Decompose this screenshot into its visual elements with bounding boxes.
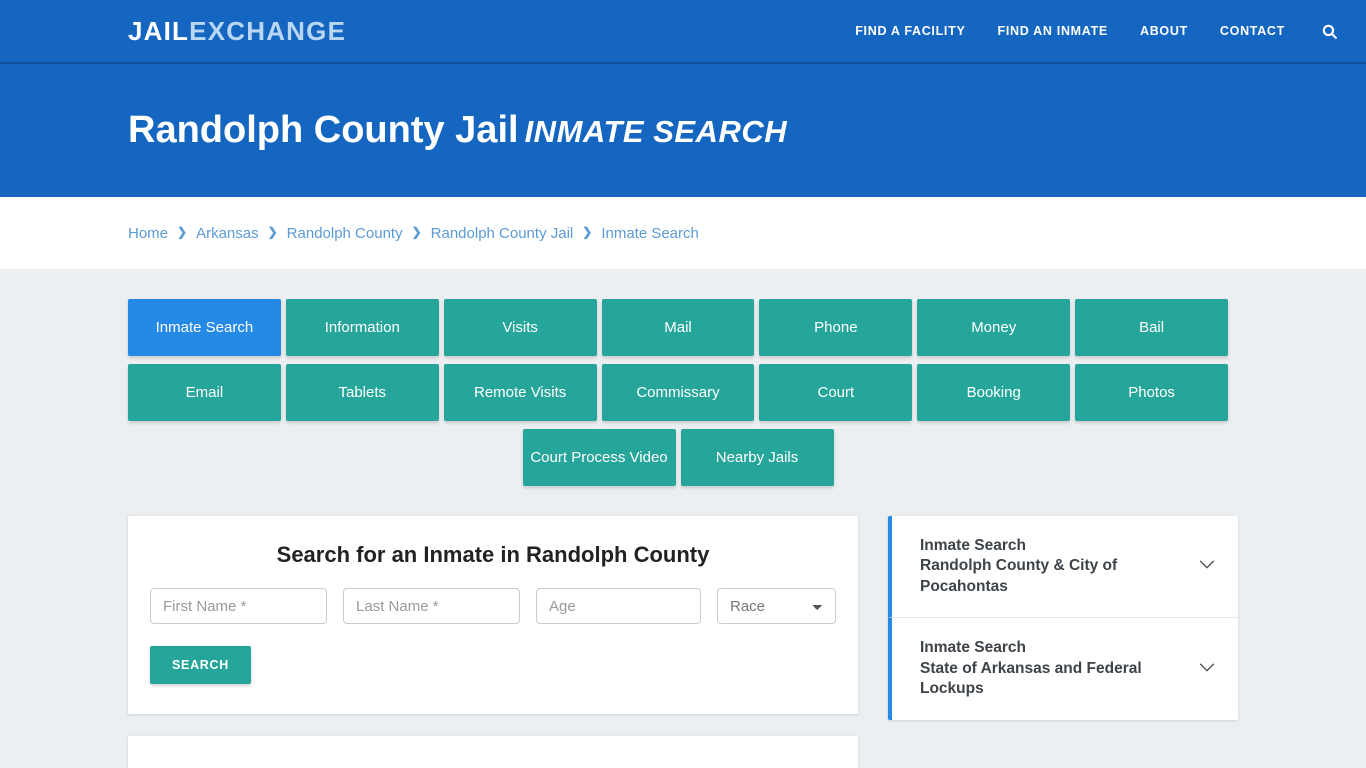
tab-booking[interactable]: Booking [917,364,1071,421]
tab-tablets[interactable]: Tablets [285,364,439,421]
tab-visits[interactable]: Visits [443,299,597,356]
search-form-fields: Race [150,588,836,624]
breadcrumb-item-home[interactable]: Home [128,225,168,242]
tab-inmate-search[interactable]: Inmate Search [128,299,281,356]
sidebar-accordion: Inmate Search Randolph County & City of … [888,516,1238,720]
sidebar-column: Inmate Search Randolph County & City of … [888,516,1238,768]
section-tabs-row-3: Court Process Video Nearby Jails [128,429,1228,486]
breadcrumb-item-current: Inmate Search [601,224,699,242]
breadcrumb-separator-icon: ❯ [582,225,593,239]
first-name-input[interactable] [150,588,327,624]
accordion-item-label: Inmate Search Randolph County & City of … [920,536,1186,597]
breadcrumb-separator-icon: ❯ [177,225,188,239]
tab-photos[interactable]: Photos [1075,364,1228,421]
tab-court[interactable]: Court [759,364,913,421]
section-tabs: Inmate Search Information Visits Mail Ph… [128,299,1228,421]
breadcrumb-item-randolph-county-jail[interactable]: Randolph County Jail [431,225,574,242]
tab-email[interactable]: Email [128,364,281,421]
search-form-heading: Search for an Inmate in Randolph County [276,542,710,567]
primary-nav: FIND A FACILITY FIND AN INMATE ABOUT CON… [855,23,1338,40]
accordion-item-line2: State of Arkansas and Federal Lockups [920,659,1142,698]
page-title: Randolph County Jail INMATE SEARCH [128,108,788,152]
inmate-search-card: Search for an Inmate in Randolph County … [128,516,858,714]
chevron-down-icon[interactable] [1196,553,1220,580]
page-title-sub: INMATE SEARCH [524,113,788,149]
logo-text-secondary: EXCHANGE [189,15,347,46]
accordion-item-line2: Randolph County & City of Pocahontas [920,557,1118,595]
top-navigation-bar: JAILEXCHANGE FIND A FACILITY FIND AN INM… [0,0,1366,64]
tab-information[interactable]: Information [285,299,439,356]
breadcrumb-bar: Home ❯ Arkansas ❯ Randolph County ❯ Rand… [0,197,1366,269]
logo-text-primary: JAIL [128,15,190,46]
tab-money[interactable]: Money [917,299,1071,356]
tab-bail[interactable]: Bail [1075,299,1228,356]
breadcrumb: Home ❯ Arkansas ❯ Randolph County ❯ Rand… [128,225,699,242]
tab-commissary[interactable]: Commissary [601,364,755,421]
tab-mail[interactable]: Mail [601,299,755,356]
accordion-item-county-inmate-search[interactable]: Inmate Search Randolph County & City of … [888,516,1238,618]
last-name-input[interactable] [343,588,520,624]
accordion-item-state-federal-inmate-search[interactable]: Inmate Search State of Arkansas and Fede… [888,617,1238,720]
page-title-main: Randolph County Jail [128,108,519,151]
main-column: Search for an Inmate in Randolph County … [128,516,858,768]
accordion-item-label: Inmate Search State of Arkansas and Fede… [920,638,1186,699]
nav-item-contact[interactable]: CONTACT [1220,24,1285,38]
site-logo[interactable]: JAILEXCHANGE [128,16,346,47]
search-button[interactable]: SEARCH [150,646,251,684]
breadcrumb-item-randolph-county[interactable]: Randolph County [287,225,403,242]
tab-remote-visits[interactable]: Remote Visits [443,364,597,421]
tab-nearby-jails[interactable]: Nearby Jails [680,429,834,486]
page-content: Inmate Search Information Visits Mail Ph… [0,269,1366,768]
breadcrumb-separator-icon: ❯ [411,225,422,239]
tab-phone[interactable]: Phone [759,299,913,356]
tab-court-process-video[interactable]: Court Process Video [522,429,676,486]
nav-item-find-a-facility[interactable]: FIND A FACILITY [855,24,965,38]
breadcrumb-item-arkansas[interactable]: Arkansas [196,225,259,242]
nav-item-find-an-inmate[interactable]: FIND AN INMATE [997,24,1107,38]
race-select[interactable]: Race [717,588,836,624]
content-columns: Search for an Inmate in Randolph County … [128,516,1238,768]
breadcrumb-separator-icon: ❯ [267,225,278,239]
accordion-item-line1: Inmate Search [920,639,1026,657]
search-icon[interactable] [1321,23,1338,40]
chevron-down-icon[interactable] [1196,656,1220,683]
nav-item-about[interactable]: ABOUT [1140,24,1188,38]
page-hero: Randolph County Jail INMATE SEARCH [0,64,1366,197]
accordion-item-line1: Inmate Search [920,537,1026,554]
secondary-content-card [128,736,858,768]
age-input[interactable] [536,588,701,624]
